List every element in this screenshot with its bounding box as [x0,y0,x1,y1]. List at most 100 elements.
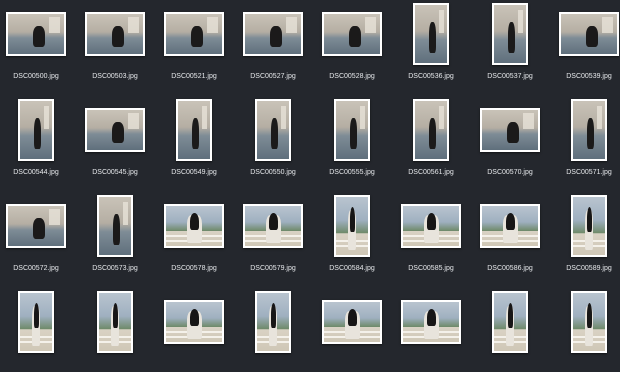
file-name[interactable]: DSC00589.jpg [548,264,620,273]
file-item[interactable] [1,288,71,372]
file-name[interactable]: DSC00544.jpg [0,168,77,177]
file-item[interactable]: DSC00578.jpg [159,192,229,276]
thumbnail-frame[interactable] [334,99,370,161]
photo-thumbnail [415,101,447,159]
file-item[interactable]: DSC00549.jpg [159,96,229,180]
file-item[interactable]: DSC00573.jpg [80,192,150,276]
thumbnail-frame[interactable] [255,291,291,353]
file-item[interactable] [238,288,308,372]
file-item[interactable]: DSC00545.jpg [80,96,150,180]
file-name[interactable]: DSC00561.jpg [390,168,472,177]
thumbnail-frame[interactable] [322,12,382,56]
file-name[interactable]: DSC00570.jpg [469,168,551,177]
thumbnail-frame[interactable] [243,204,303,248]
file-item[interactable]: DSC00579.jpg [238,192,308,276]
thumbnail-frame[interactable] [243,12,303,56]
thumbnail-area [1,192,71,260]
thumbnail-frame[interactable] [164,204,224,248]
file-name[interactable]: DSC00537.jpg [469,72,551,81]
file-item[interactable]: DSC00527.jpg [238,0,308,84]
file-item[interactable] [317,288,387,372]
thumbnail-frame[interactable] [97,195,133,257]
thumbnail-frame[interactable] [85,108,145,152]
thumbnail-frame[interactable] [85,12,145,56]
file-name[interactable]: DSC00503.jpg [74,72,156,81]
file-item[interactable]: DSC00555.jpg [317,96,387,180]
thumbnail-frame[interactable] [176,99,212,161]
file-name[interactable]: DSC00573.jpg [74,264,156,273]
thumbnail-frame[interactable] [164,300,224,344]
thumbnail-frame[interactable] [6,12,66,56]
file-item[interactable]: DSC00537.jpg [475,0,545,84]
thumbnail-area [159,0,229,68]
file-item[interactable]: DSC00584.jpg [317,192,387,276]
file-item[interactable]: DSC00571.jpg [554,96,620,180]
file-item[interactable]: DSC00528.jpg [317,0,387,84]
file-name[interactable]: DSC00539.jpg [548,72,620,81]
thumbnail-frame[interactable] [401,204,461,248]
thumbnail-frame[interactable] [492,3,528,65]
file-name[interactable]: DSC00521.jpg [153,72,235,81]
file-item[interactable]: DSC00503.jpg [80,0,150,84]
thumbnail-frame[interactable] [97,291,133,353]
thumbnail-frame[interactable] [559,12,619,56]
file-item[interactable]: DSC00536.jpg [396,0,466,84]
file-item[interactable]: DSC00539.jpg [554,0,620,84]
file-name[interactable]: DSC00572.jpg [0,264,77,273]
file-item[interactable] [475,288,545,372]
thumbnail-frame[interactable] [164,12,224,56]
file-name[interactable]: DSC00584.jpg [311,264,393,273]
file-name[interactable]: DSC00550.jpg [232,168,314,177]
file-name[interactable]: DSC00585.jpg [390,264,472,273]
file-name[interactable]: DSC00579.jpg [232,264,314,273]
thumbnail-frame[interactable] [480,108,540,152]
file-grid: DSC00500.jpg DSC00503.jpg DSC00521.jpg DSC0… [0,0,620,357]
thumbnail-area [80,288,150,356]
file-name[interactable]: DSC00571.jpg [548,168,620,177]
thumbnail-frame[interactable] [480,204,540,248]
file-item[interactable] [159,288,229,372]
file-item[interactable] [396,288,466,372]
photo-thumbnail [403,206,459,246]
file-name[interactable]: DSC00545.jpg [74,168,156,177]
file-name[interactable]: DSC00500.jpg [0,72,77,81]
thumbnail-frame[interactable] [18,99,54,161]
file-name[interactable]: DSC00586.jpg [469,264,551,273]
file-item[interactable]: DSC00521.jpg [159,0,229,84]
file-item[interactable] [80,288,150,372]
thumbnail-area [1,96,71,164]
file-name[interactable]: DSC00578.jpg [153,264,235,273]
thumbnail-frame[interactable] [255,99,291,161]
file-item[interactable]: DSC00570.jpg [475,96,545,180]
thumbnail-frame[interactable] [401,300,461,344]
file-name[interactable]: DSC00555.jpg [311,168,393,177]
photo-thumbnail [8,206,64,246]
thumbnail-frame[interactable] [492,291,528,353]
thumbnail-area [238,0,308,68]
file-name[interactable]: DSC00536.jpg [390,72,472,81]
thumbnail-area [238,96,308,164]
photo-subject [266,213,281,243]
thumbnail-area [80,96,150,164]
thumbnail-frame[interactable] [571,291,607,353]
file-item[interactable]: DSC00586.jpg [475,192,545,276]
file-item[interactable]: DSC00585.jpg [396,192,466,276]
file-item[interactable]: DSC00572.jpg [1,192,71,276]
file-name[interactable]: DSC00549.jpg [153,168,235,177]
thumbnail-frame[interactable] [413,3,449,65]
file-item[interactable] [554,288,620,372]
thumbnail-frame[interactable] [322,300,382,344]
thumbnail-frame[interactable] [571,195,607,257]
file-name[interactable]: DSC00528.jpg [311,72,393,81]
thumbnail-frame[interactable] [571,99,607,161]
file-item[interactable]: DSC00550.jpg [238,96,308,180]
thumbnail-frame[interactable] [18,291,54,353]
thumbnail-frame[interactable] [6,204,66,248]
file-item[interactable]: DSC00589.jpg [554,192,620,276]
file-item[interactable]: DSC00500.jpg [1,0,71,84]
file-item[interactable]: DSC00561.jpg [396,96,466,180]
file-item[interactable]: DSC00544.jpg [1,96,71,180]
thumbnail-frame[interactable] [413,99,449,161]
thumbnail-frame[interactable] [334,195,370,257]
file-name[interactable]: DSC00527.jpg [232,72,314,81]
